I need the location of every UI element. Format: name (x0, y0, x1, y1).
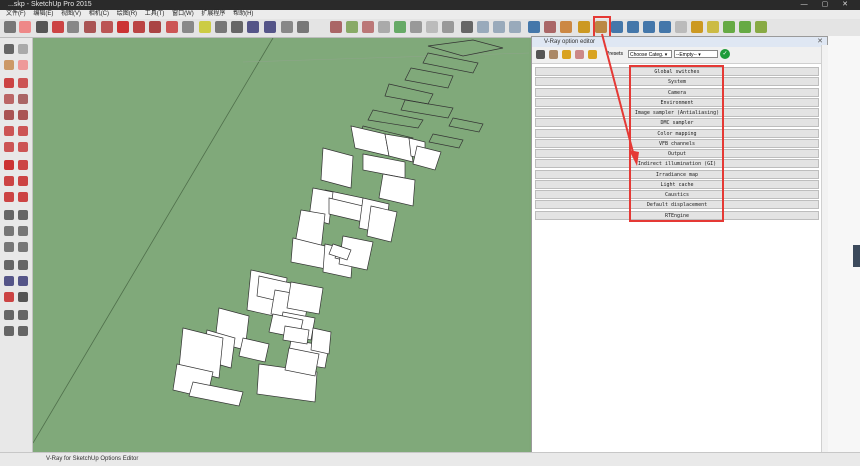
status-text: V-Ray for SketchUp Options Editor (46, 456, 139, 462)
baidu-watermark: Bai 经验 jingyan.baidu.com (660, 376, 860, 461)
watermark-brand: Bai 经验 (660, 400, 768, 431)
side-tab[interactable] (853, 245, 860, 267)
watermark-url: jingyan.baidu.com (676, 434, 757, 445)
arrow-shaft (601, 33, 635, 157)
paw-icon (728, 376, 746, 393)
arrow-head (629, 150, 639, 166)
